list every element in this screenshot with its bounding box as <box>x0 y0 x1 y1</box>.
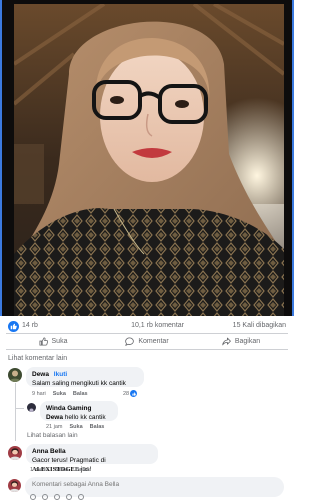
post-action-bar: Suka Komentar Bagikan <box>6 333 288 349</box>
comment-reply-link[interactable]: Balas <box>75 467 90 473</box>
post-photo-frame <box>0 0 294 316</box>
composer-tools <box>30 494 84 500</box>
camera-icon[interactable] <box>54 494 60 500</box>
thread-line <box>15 383 16 441</box>
share-button[interactable]: Bagikan <box>194 333 288 349</box>
comment-author[interactable]: Anna Bella <box>32 447 152 456</box>
comment-text: Gacor terus! Pragmatic di <box>32 457 106 464</box>
comment-button[interactable]: Komentar <box>100 333 194 349</box>
like-reaction-icon <box>130 390 138 397</box>
comment-bubble: Anna Bella Gacor terus! Pragmatic di ALE… <box>26 444 158 473</box>
share-arrow-icon <box>222 337 231 345</box>
follow-button[interactable]: Ikuti <box>54 371 67 378</box>
view-more-comments-link[interactable]: Lihat komentar lain <box>8 355 67 362</box>
comment-count[interactable]: 10,1 rb komentar <box>131 322 184 329</box>
like-reaction-icon <box>8 321 19 332</box>
like-button-label: Suka <box>51 337 68 345</box>
comment-input[interactable] <box>32 481 277 488</box>
sticker-icon[interactable] <box>78 494 84 500</box>
reply-meta: 21 jam Suka Balas <box>46 424 104 430</box>
comment-time: 9 hari <box>32 391 46 397</box>
comment-author[interactable]: Dewa <box>32 371 49 378</box>
comment-bubble: Dewa Ikuti Salam saling mengikuti kk can… <box>26 367 144 387</box>
reply-bubble: Winda Gaming Dewa hello kk cantik <box>40 401 118 421</box>
comment-button-label: Komentar <box>138 337 169 345</box>
view-more-replies-link[interactable]: Lihat balasan lain <box>27 432 78 439</box>
post-stats: 14 rb 10,1 rb komentar 15 Kali dibagikan <box>8 320 286 334</box>
reply-author[interactable]: Winda Gaming <box>46 404 112 413</box>
divider <box>6 349 288 350</box>
reply-text: hello kk cantik <box>64 414 106 421</box>
comment-like-link[interactable]: Suka <box>53 391 66 397</box>
avatar-sticker-icon[interactable] <box>30 494 36 500</box>
comment-text: Salam saling mengikuti kk cantik <box>32 380 126 387</box>
post-photo[interactable] <box>14 4 284 316</box>
comment-reply-link[interactable]: Balas <box>73 391 88 397</box>
avatar[interactable] <box>27 403 36 412</box>
composer-avatar <box>8 479 21 492</box>
avatar[interactable] <box>8 446 22 460</box>
comment-meta: 1 menit Suka Balas <box>30 467 90 473</box>
thumb-up-icon <box>39 336 48 346</box>
share-button-label: Bagikan <box>234 337 261 345</box>
mention-tag[interactable]: Dewa <box>46 414 63 421</box>
avatar[interactable] <box>8 368 22 382</box>
reply-reply-link[interactable]: Balas <box>90 424 105 430</box>
comment-meta: 9 hari Suka Balas <box>32 391 88 397</box>
like-count[interactable]: 14 rb <box>22 322 38 329</box>
thread-line <box>15 408 24 409</box>
gif-icon[interactable] <box>66 494 72 500</box>
emoji-icon[interactable] <box>42 494 48 500</box>
reply-time: 21 jam <box>46 424 63 430</box>
comment-reactions[interactable]: 28 <box>123 390 138 397</box>
comment-like-link[interactable]: Suka <box>55 467 68 473</box>
share-count[interactable]: 15 Kali dibagikan <box>233 322 286 329</box>
speech-bubble-icon <box>125 336 135 346</box>
reply-like-link[interactable]: Suka <box>70 424 83 430</box>
like-button[interactable]: Suka <box>6 333 100 349</box>
reaction-count: 28 <box>123 390 130 397</box>
comment-time: 1 menit <box>30 467 49 473</box>
